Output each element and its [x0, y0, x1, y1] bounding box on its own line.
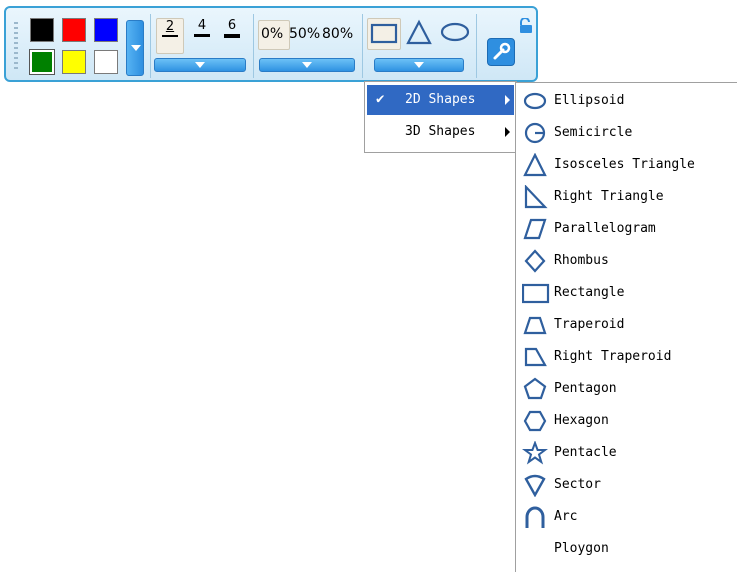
parallelogram-icon — [523, 218, 547, 240]
toolbar-grip[interactable] — [14, 22, 18, 72]
menu-item-3d-shapes[interactable]: 3D Shapes — [367, 117, 514, 147]
2d-shapes-submenu: Ellipsoid Semicircle Isosceles Triangle … — [515, 82, 737, 572]
shape-item-label: Right Triangle — [554, 189, 664, 204]
shape-item-label: Pentacle — [554, 445, 617, 460]
shape-item-label: Rhombus — [554, 253, 609, 268]
transparency-80-button[interactable]: 80% — [322, 26, 353, 42]
hexagon-icon — [523, 410, 547, 432]
shape-item-right-triangle[interactable]: Right Triangle — [516, 181, 737, 213]
color-green-swatch[interactable] — [29, 49, 55, 75]
shape-item-isosceles-triangle[interactable]: Isosceles Triangle — [516, 149, 737, 181]
trapezoid-icon — [523, 316, 547, 335]
sector-icon — [524, 474, 546, 497]
shape-category-menu: ✔ 2D Shapes 3D Shapes — [364, 81, 517, 153]
pen-width-6-button[interactable]: 6 — [220, 18, 244, 52]
pen-width-label: 4 — [197, 18, 207, 33]
pentagon-icon — [523, 377, 547, 400]
chevron-down-icon — [195, 62, 205, 68]
right-triangle-icon — [524, 185, 548, 209]
shape-item-rectangle[interactable]: Rectangle — [516, 277, 737, 309]
rectangle-icon — [522, 283, 550, 304]
separator — [476, 14, 477, 78]
transparency-0-label: 0% — [261, 26, 284, 42]
ellipse-shape-button[interactable] — [438, 18, 472, 48]
shape-item-label: Sector — [554, 477, 601, 492]
shape-item-arc[interactable]: Arc — [516, 501, 737, 533]
shape-item-label: Right Traperoid — [554, 349, 672, 364]
shape-item-label: Traperoid — [554, 317, 625, 332]
color-white-swatch[interactable] — [94, 50, 118, 74]
submenu-arrow-icon — [505, 95, 510, 105]
drawing-toolbar: 2 4 6 0% 50% 80% — [4, 6, 538, 82]
semicircle-icon — [524, 122, 546, 144]
shape-item-parallelogram[interactable]: Parallelogram — [516, 213, 737, 245]
line-width-icon — [224, 34, 240, 38]
menu-item-2d-shapes[interactable]: ✔ 2D Shapes — [367, 85, 514, 115]
star-icon — [522, 441, 548, 465]
arc-icon — [525, 506, 545, 528]
transparency-50-button[interactable]: 50% — [289, 26, 320, 42]
line-width-icon — [162, 35, 178, 37]
line-width-icon — [194, 34, 210, 37]
rectangle-icon — [370, 23, 398, 44]
shapes-dropdown[interactable] — [374, 58, 464, 72]
wrench-icon — [493, 42, 511, 60]
chevron-down-icon — [131, 45, 141, 51]
rectangle-shape-button[interactable] — [367, 18, 401, 50]
shape-item-label: Semicircle — [554, 125, 633, 140]
shape-item-pentagon[interactable]: Pentagon — [516, 373, 737, 405]
transparency-dropdown[interactable] — [259, 58, 355, 72]
pen-width-dropdown[interactable] — [154, 58, 246, 72]
shape-item-label: Pentagon — [554, 381, 617, 396]
pen-width-label: 6 — [227, 18, 237, 33]
shape-item-pentacle[interactable]: Pentacle — [516, 437, 737, 469]
shape-item-hexagon[interactable]: Hexagon — [516, 405, 737, 437]
shape-item-label: Ploygon — [554, 541, 609, 556]
shape-item-label: Ellipsoid — [554, 93, 625, 108]
color-black-swatch[interactable] — [30, 18, 54, 42]
shape-item-ellipsoid[interactable]: Ellipsoid — [516, 85, 737, 117]
submenu-arrow-icon — [505, 127, 510, 137]
shape-item-rhombus[interactable]: Rhombus — [516, 245, 737, 277]
isosceles-triangle-icon — [406, 19, 432, 45]
shape-item-semicircle[interactable]: Semicircle — [516, 117, 737, 149]
shape-item-sector[interactable]: Sector — [516, 469, 737, 501]
chevron-down-icon — [302, 62, 312, 68]
shape-item-right-traperoid[interactable]: Right Traperoid — [516, 341, 737, 373]
separator — [362, 14, 363, 78]
shape-item-label: Hexagon — [554, 413, 609, 428]
pen-width-2-button[interactable]: 2 — [156, 18, 184, 54]
color-red-swatch[interactable] — [62, 18, 86, 42]
right-trapezoid-icon — [524, 347, 547, 367]
separator — [150, 14, 151, 78]
chevron-down-icon — [414, 62, 424, 68]
shape-item-label: Rectangle — [554, 285, 625, 300]
ellipse-icon — [440, 22, 470, 42]
shape-item-label: Arc — [554, 509, 578, 524]
menu-item-label: 2D Shapes — [405, 92, 476, 107]
pen-width-label: 2 — [165, 19, 175, 34]
shape-item-traperoid[interactable]: Traperoid — [516, 309, 737, 341]
shape-item-label: Isosceles Triangle — [554, 157, 695, 172]
menu-item-label: 3D Shapes — [405, 124, 476, 139]
color-blue-swatch[interactable] — [94, 18, 118, 42]
shape-item-label: Parallelogram — [554, 221, 656, 236]
color-yellow-swatch[interactable] — [62, 50, 86, 74]
triangle-shape-button[interactable] — [404, 18, 434, 48]
shape-item-ploygon[interactable]: Ploygon — [516, 533, 737, 565]
pin-toolbar-lock-icon[interactable] — [517, 17, 533, 34]
isosceles-triangle-icon — [523, 153, 547, 177]
rhombus-icon — [524, 249, 546, 273]
separator — [253, 14, 254, 78]
ellipse-icon — [523, 92, 547, 110]
color-dropdown-button[interactable] — [126, 20, 144, 76]
pen-width-4-button[interactable]: 4 — [190, 18, 214, 52]
checkmark-icon: ✔ — [376, 91, 385, 107]
settings-button[interactable] — [487, 38, 515, 66]
